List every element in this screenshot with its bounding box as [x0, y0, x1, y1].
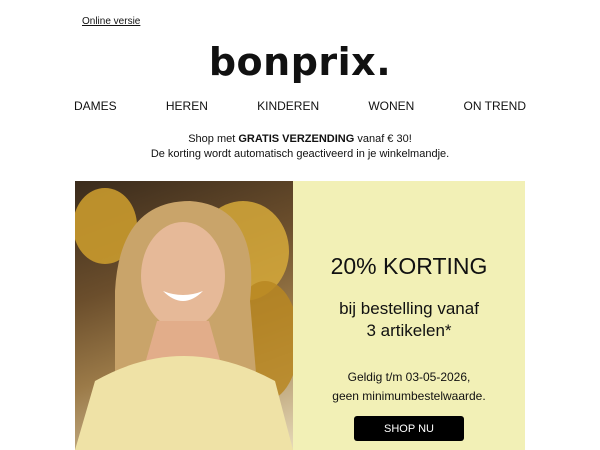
validity-line-2: geen minimumbestelwaarde.: [332, 389, 486, 403]
shipping-suffix: vanaf € 30!: [354, 133, 412, 145]
main-nav: DAMES HEREN KINDEREN WONEN ON TREND: [74, 99, 526, 113]
validity-line-1: Geldig t/m 03-05-2026,: [347, 370, 471, 384]
bonprix-logo[interactable]: bonprix.: [0, 40, 600, 84]
condition-line-2: 3 artikelen*: [366, 321, 452, 340]
shipping-line-2: De korting wordt automatisch geactiveerd…: [150, 148, 450, 160]
online-version-link[interactable]: Online versie: [82, 16, 140, 27]
shop-now-button[interactable]: SHOP NU: [354, 416, 464, 441]
shipping-line-1: Shop met GRATIS VERZENDING vanaf € 30!: [0, 132, 600, 147]
nav-item-kinderen[interactable]: KINDEREN: [257, 99, 319, 113]
hero-photo[interactable]: [75, 181, 293, 450]
shipping-prefix: Shop met: [188, 133, 239, 145]
discount-condition: bij bestelling vanaf 3 artikelen*: [293, 298, 525, 342]
nav-item-dames[interactable]: DAMES: [74, 99, 117, 113]
free-shipping-text: GRATIS VERZENDING: [238, 133, 355, 145]
promo-banner[interactable]: 20% KORTING bij bestelling vanaf 3 artik…: [75, 181, 525, 450]
hero-photo-illustration: [75, 188, 293, 450]
nav-item-on-trend[interactable]: ON TREND: [464, 99, 526, 113]
discount-title: 20% KORTING: [330, 253, 488, 279]
condition-line-1: bij bestelling vanaf: [339, 299, 479, 318]
nav-item-heren[interactable]: HEREN: [166, 99, 208, 113]
promo-panel: 20% KORTING bij bestelling vanaf 3 artik…: [293, 181, 525, 450]
validity-text: Geldig t/m 03-05-2026, geen minimumbeste…: [293, 368, 525, 406]
shipping-notice: Shop met GRATIS VERZENDING vanaf € 30! D…: [0, 132, 600, 162]
nav-item-wonen[interactable]: WONEN: [368, 99, 414, 113]
